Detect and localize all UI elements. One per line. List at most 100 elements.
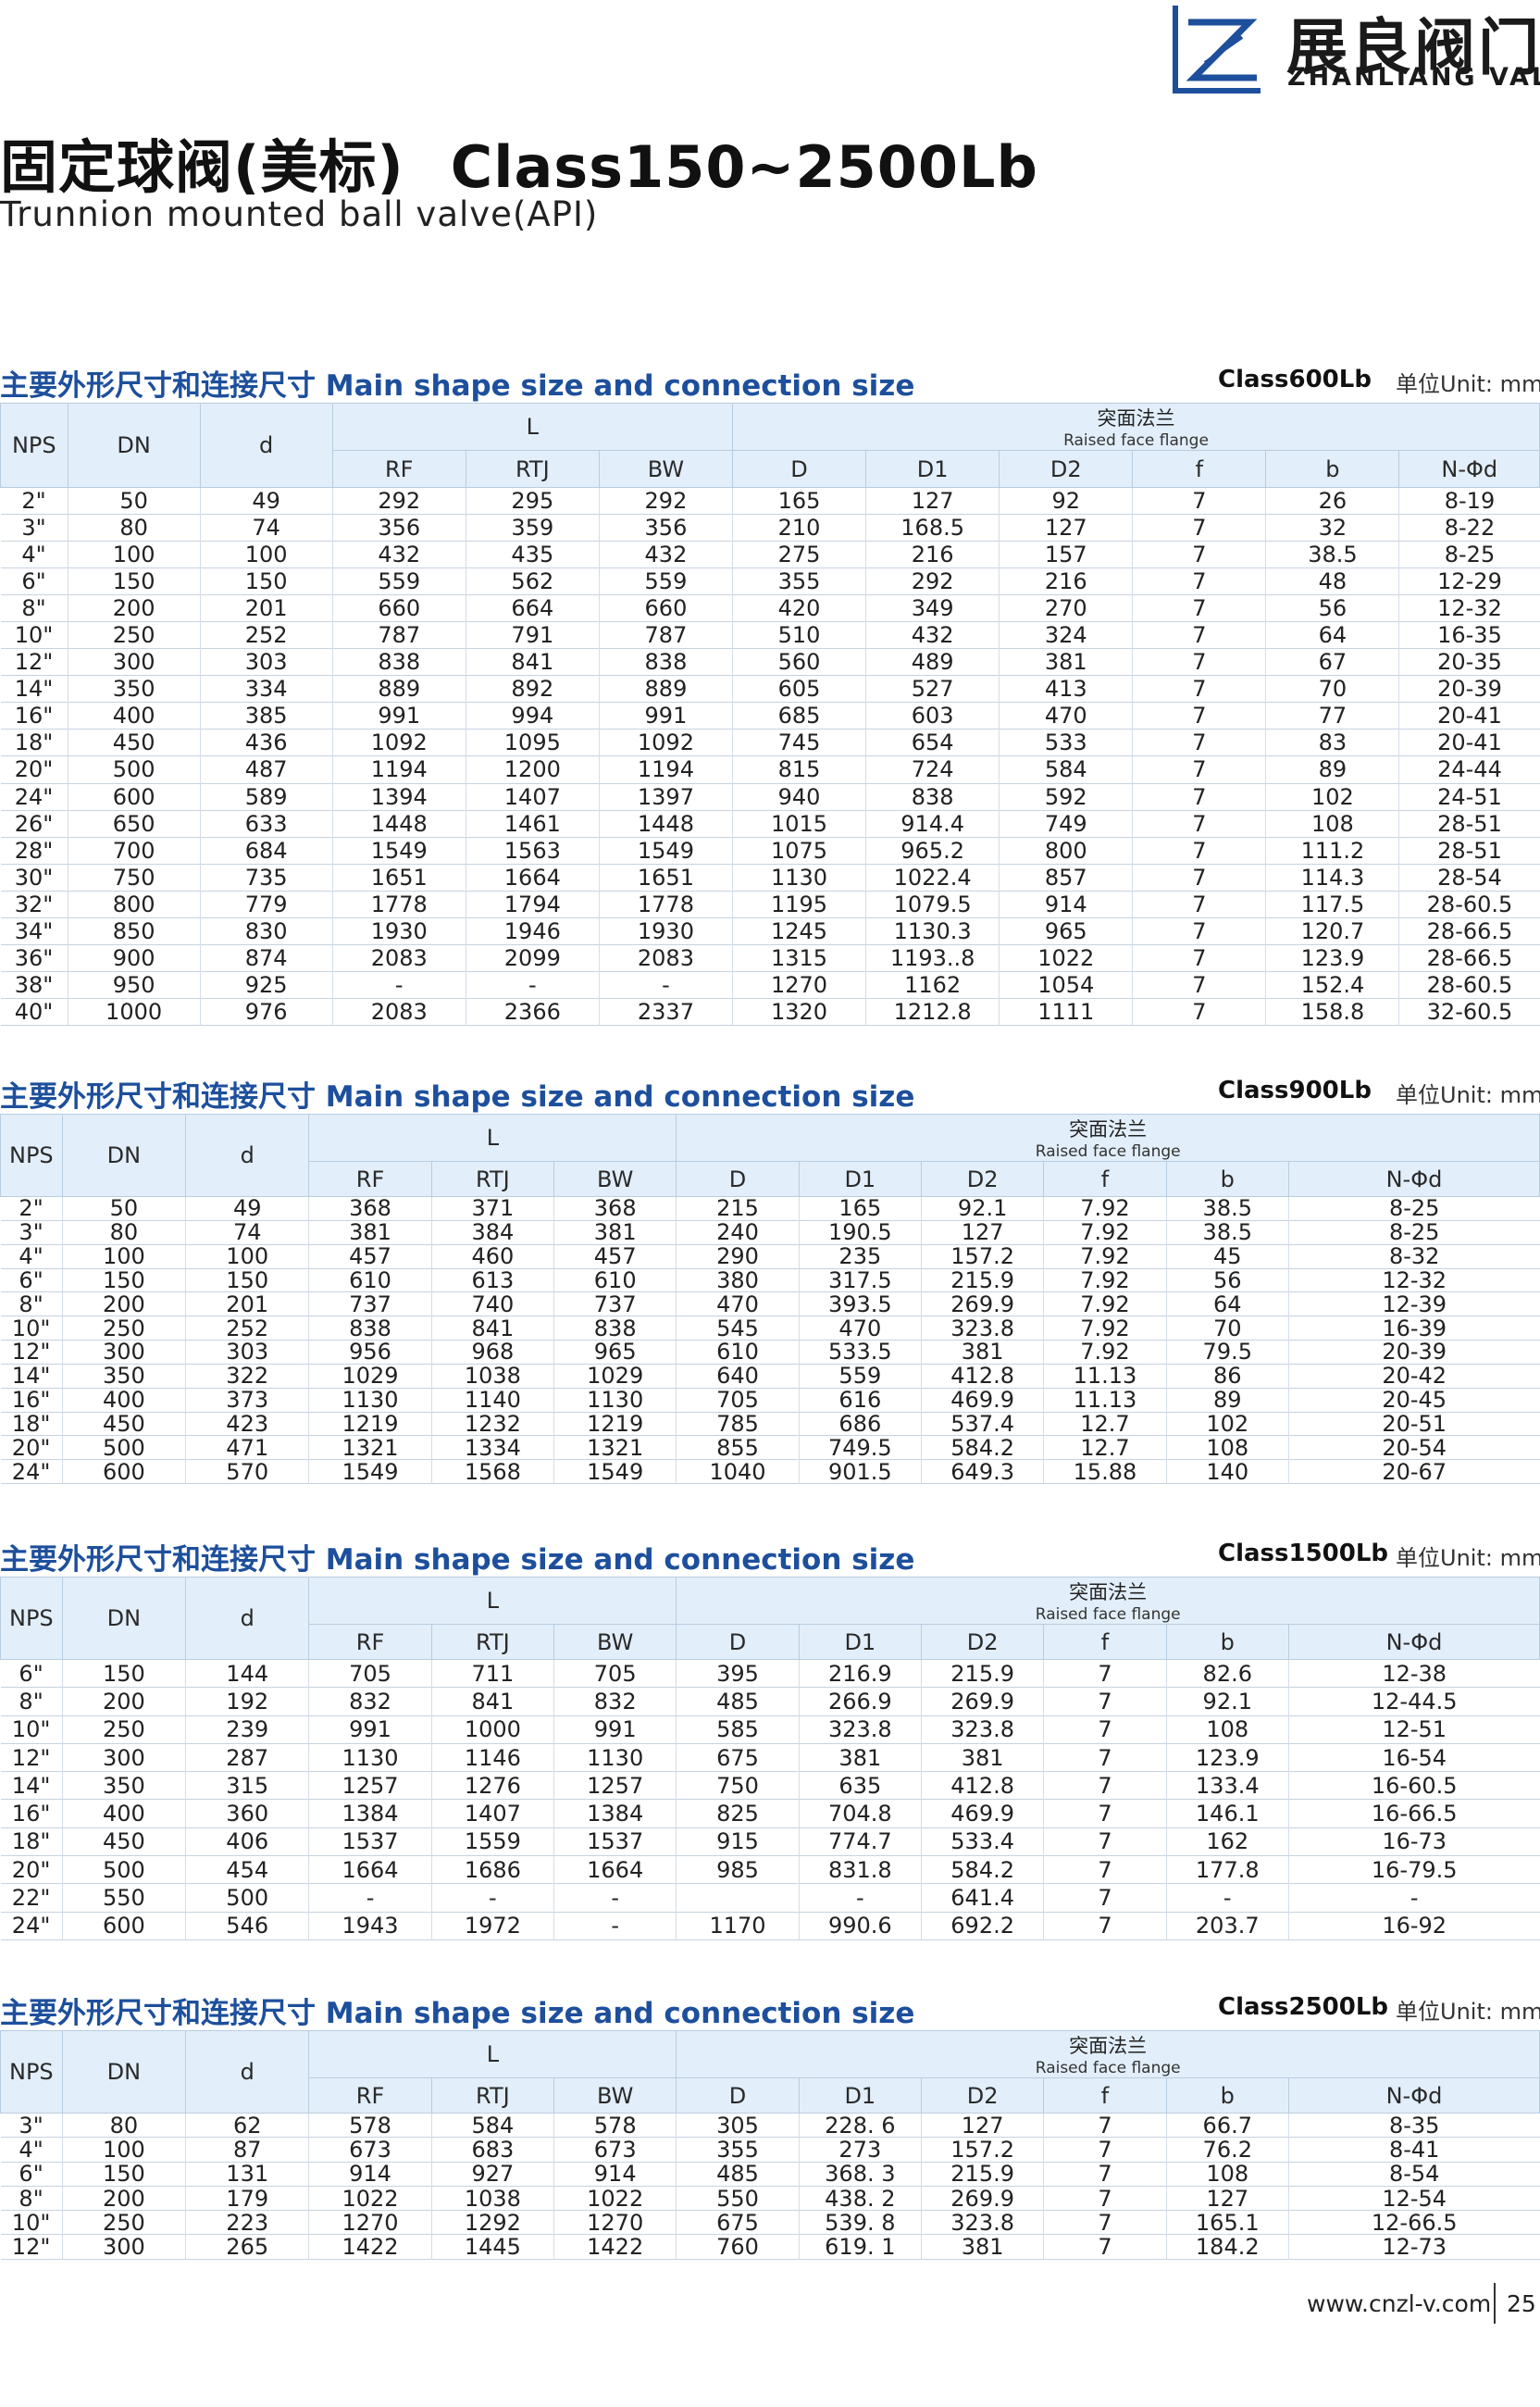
table-cell: 368: [553, 1196, 677, 1221]
head-dn: DN: [67, 403, 201, 488]
table-cell: 7.92: [1043, 1268, 1167, 1292]
table-cell: 800: [67, 891, 201, 918]
table-cell: 303: [199, 648, 333, 676]
table-cell: 8": [19, 1688, 43, 1715]
table-cell: 252: [185, 1316, 309, 1341]
table-cell: -: [331, 971, 466, 999]
table-cell: 82.6: [1165, 1659, 1289, 1688]
table-cell: 7: [1132, 594, 1266, 622]
table-cell: 303: [185, 1340, 309, 1365]
table-cell: 985: [676, 1855, 800, 1884]
table-cell: 12": [11, 1744, 51, 1771]
table-cell: 737: [308, 1291, 432, 1316]
table-row: 18" 450 406 1537 1559 1537 915 774.7 533.4 7 162 16…: [0, 1827, 1540, 1856]
section-class-label: Class900Lb: [1218, 1077, 1372, 1104]
head-nd: N-Φd: [1287, 2077, 1540, 2114]
table-cell: 216: [999, 567, 1133, 595]
table-cell: 1038: [430, 2186, 554, 2211]
head-raised-face-flange: 突面法兰 Raised face flange: [676, 1114, 1540, 1162]
table-cell: 12": [11, 1339, 51, 1366]
table-cell: 16-92: [1287, 1912, 1540, 1940]
table-cell: 684: [199, 837, 333, 865]
page-title-class-range: Class150~2500Lb: [450, 133, 1038, 201]
table-row: 8" 200 201 737 740 737 470 393.5 269.9 7.92 64 12-3…: [0, 1291, 1540, 1316]
table-cell: 750: [676, 1771, 800, 1800]
table-cell: 704.8: [798, 1799, 922, 1828]
table-cell: 7: [1132, 864, 1266, 892]
table-cell: 1445: [430, 2234, 554, 2260]
table-cell: 381: [920, 2234, 1044, 2260]
table-cell: 641.4: [920, 1883, 1044, 1913]
table-cell: 855: [676, 1435, 800, 1460]
table-cell: 28-60.5: [1398, 971, 1540, 999]
table-cell: 675: [676, 2210, 800, 2235]
table-cell: 6": [19, 2161, 43, 2188]
table-cell: 295: [465, 487, 600, 515]
table-cell: 1778: [331, 891, 466, 918]
table-cell: 1448: [598, 810, 733, 838]
table-cell: 6": [19, 1660, 43, 1687]
table-cell: 12-54: [1287, 2186, 1540, 2211]
table-cell: 20-41: [1398, 702, 1540, 730]
table-cell: 850: [67, 917, 201, 945]
table-cell: 8": [21, 595, 46, 622]
table-cell: -: [553, 1883, 677, 1913]
section-class-label: Class600Lb: [1218, 366, 1372, 393]
table-cell: 1276: [430, 1771, 554, 1800]
table-cell: 292: [598, 487, 733, 515]
table-cell: 976: [199, 998, 333, 1026]
table-cell: 223: [185, 2210, 309, 2235]
table-row: 8" 200 201 660 664 660 420 349 270 7 56 12-32: [0, 594, 1540, 622]
table-cell: 1549: [553, 1459, 677, 1484]
table-cell: 16-54: [1287, 1743, 1540, 1772]
table-cell: 489: [865, 648, 1000, 676]
table-cell: 832: [553, 1687, 677, 1716]
table-cell: 527: [865, 675, 1000, 703]
table-row: 36" 900 874 2083 2099 2083 1315 1193..8 1022 7 123…: [0, 944, 1540, 972]
table-cell: 450: [61, 1827, 186, 1856]
table-cell: 7: [1132, 783, 1266, 811]
table-cell: 80: [61, 2113, 186, 2138]
table-cell: 1407: [430, 1799, 554, 1828]
table-cell: 400: [61, 1799, 186, 1828]
table-cell: 1000: [430, 1715, 554, 1744]
table-cell: 830: [199, 917, 333, 945]
table-cell: 857: [999, 864, 1133, 892]
table-cell: 633: [199, 810, 333, 838]
dimension-table: NPS DN d L 突面法兰 Raised face flange RF RTJ BW D D1 D…: [0, 403, 1540, 1026]
flange-cn: 突面法兰: [1069, 1581, 1148, 1603]
table-row: 10" 250 252 787 791 787 510 432 324 7 64 16-35: [0, 621, 1540, 649]
table-cell: 787: [331, 621, 466, 649]
table-cell: 1664: [553, 1855, 677, 1884]
table-cell: 892: [465, 675, 600, 703]
table-cell: 745: [731, 729, 866, 756]
table-cell: 420: [731, 594, 866, 622]
table-cell: 203.7: [1165, 1912, 1289, 1940]
table-cell: 7: [1043, 1799, 1167, 1828]
table-cell: 7: [1132, 837, 1266, 865]
table-cell: 660: [331, 594, 466, 622]
head-nps: NPS: [0, 1114, 63, 1197]
table-cell: 7.92: [1043, 1340, 1167, 1365]
table-cell: 14": [14, 676, 54, 703]
table-cell: 83: [1265, 729, 1399, 756]
table-cell: 965: [553, 1340, 677, 1365]
table-cell: 38.5: [1265, 541, 1399, 568]
table-cell: 108: [1265, 810, 1399, 838]
table-row: 18" 450 436 1092 1095 1092 745 654 533 7 83 20-41: [0, 729, 1540, 756]
table-cell: 1651: [331, 864, 466, 892]
table-cell: 7: [1132, 541, 1266, 568]
head-nd: N-Φd: [1398, 450, 1540, 488]
table-cell: 269.9: [920, 2186, 1044, 2211]
table-cell: 1130: [553, 1388, 677, 1413]
head-rf: RF: [308, 1161, 432, 1197]
table-cell: 914.4: [865, 810, 1000, 838]
head-nd: N-Φd: [1287, 1624, 1540, 1660]
head-d: d: [185, 2030, 310, 2114]
table-cell: 100: [61, 2137, 186, 2163]
table-cell: 228. 6: [798, 2113, 922, 2138]
table-row: 10" 250 252 838 841 838 545 470 323.8 7.92 70 16-39: [0, 1316, 1540, 1341]
dimension-table: NPS DN d L 突面法兰 Raised face flange RF RTJ BW D D1 D…: [0, 2030, 1540, 2260]
table-cell: 165.1: [1165, 2210, 1289, 2235]
table-cell: 66.7: [1165, 2113, 1289, 2138]
